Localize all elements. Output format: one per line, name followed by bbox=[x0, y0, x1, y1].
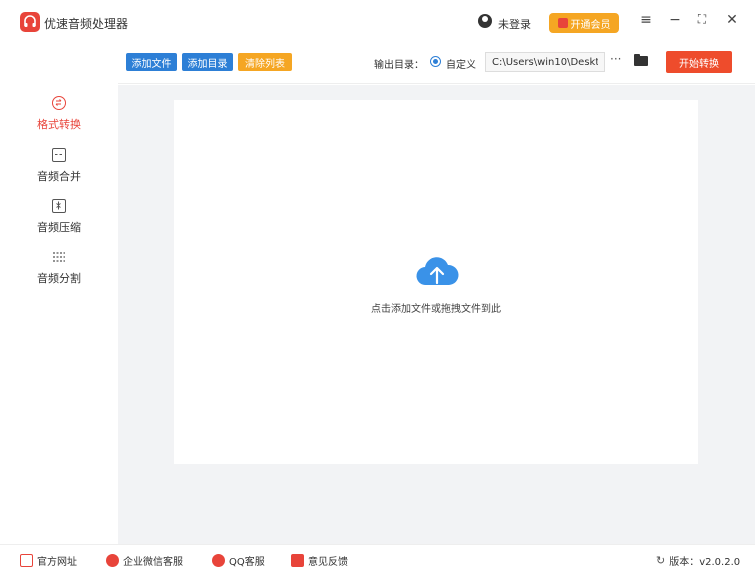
audio-split-icon bbox=[52, 250, 66, 264]
feedback-icon bbox=[291, 554, 304, 567]
output-dir-label: 输出目录： bbox=[374, 60, 424, 71]
maximize-icon[interactable]: ⛶ bbox=[692, 12, 712, 27]
sidebar-item-label: 格式转换 bbox=[37, 118, 81, 131]
folder-icon[interactable] bbox=[634, 54, 648, 66]
sidebar-item-audio-compress[interactable]: 音频压缩 bbox=[0, 199, 118, 235]
website-icon bbox=[20, 554, 33, 567]
audio-compress-icon bbox=[52, 199, 66, 213]
login-link[interactable]: 未登录 bbox=[498, 16, 531, 32]
add-directory-button[interactable]: 添加目录 bbox=[182, 53, 233, 71]
footer: 官方网址 企业微信客服 QQ客服 意见反馈 ↻ 版本：v2.0.2.0 bbox=[0, 544, 755, 572]
format-convert-icon bbox=[52, 96, 66, 110]
add-file-button[interactable]: 添加文件 bbox=[126, 53, 177, 71]
sidebar-item-audio-merge[interactable]: 音频合并 bbox=[0, 148, 118, 184]
menu-icon[interactable]: ≡ bbox=[636, 12, 656, 28]
feedback-label: 意见反馈 bbox=[308, 557, 348, 568]
sidebar-item-label: 音频分割 bbox=[37, 272, 81, 285]
refresh-icon: ↻ bbox=[656, 554, 666, 567]
file-drop-zone[interactable]: 点击添加文件或拖拽文件到此 bbox=[174, 100, 698, 464]
website-label: 官方网址 bbox=[37, 557, 77, 568]
sidebar-item-label: 音频合并 bbox=[37, 170, 81, 183]
upload-cloud-icon[interactable] bbox=[415, 255, 459, 289]
main-area: 点击添加文件或拖拽文件到此 bbox=[118, 85, 755, 544]
minimize-icon[interactable]: − bbox=[665, 12, 685, 28]
website-link[interactable]: 官方网址 bbox=[20, 553, 77, 568]
vip-icon bbox=[557, 18, 568, 28]
clear-list-button[interactable]: 清除列表 bbox=[238, 53, 292, 71]
sidebar: 格式转换 音频合并 音频压缩 音频分割 bbox=[0, 44, 118, 544]
custom-radio[interactable] bbox=[430, 56, 441, 67]
wechat-icon bbox=[106, 554, 119, 567]
drop-hint-text: 点击添加文件或拖拽文件到此 bbox=[371, 304, 501, 315]
start-convert-button[interactable]: 开始转换 bbox=[666, 51, 732, 73]
app-logo-icon bbox=[20, 12, 40, 32]
wechat-service-link[interactable]: 企业微信客服 bbox=[106, 553, 183, 568]
qq-icon bbox=[212, 554, 225, 567]
user-icon[interactable] bbox=[478, 14, 492, 28]
audio-merge-icon bbox=[52, 148, 66, 162]
output-path-input[interactable] bbox=[485, 52, 605, 72]
wechat-label: 企业微信客服 bbox=[123, 557, 183, 568]
app-title: 优速音频处理器 bbox=[44, 17, 129, 31]
vip-label: 开通会员 bbox=[570, 19, 611, 31]
sidebar-item-format-convert[interactable]: 格式转换 bbox=[0, 96, 118, 132]
version-label: 版本：v2.0.2.0 bbox=[669, 557, 741, 568]
feedback-link[interactable]: 意见反馈 bbox=[291, 553, 348, 568]
browse-more-button[interactable]: ··· bbox=[610, 52, 621, 66]
close-icon[interactable]: ✕ bbox=[722, 12, 742, 28]
vip-button[interactable]: 开通会员 bbox=[549, 13, 619, 33]
qq-service-link[interactable]: QQ客服 bbox=[212, 553, 265, 568]
sidebar-item-label: 音频压缩 bbox=[37, 221, 81, 234]
toolbar: 添加文件 添加目录 清除列表 输出目录： 自定义 ··· 开始转换 bbox=[118, 44, 755, 84]
version-info[interactable]: ↻ 版本：v2.0.2.0 bbox=[656, 553, 740, 568]
qq-label: QQ客服 bbox=[229, 557, 265, 568]
sidebar-item-audio-split[interactable]: 音频分割 bbox=[0, 250, 118, 286]
custom-radio-label[interactable]: 自定义 bbox=[446, 56, 476, 71]
title-bar: 优速音频处理器 未登录 开通会员 ≡ − ⛶ ✕ bbox=[0, 0, 755, 44]
